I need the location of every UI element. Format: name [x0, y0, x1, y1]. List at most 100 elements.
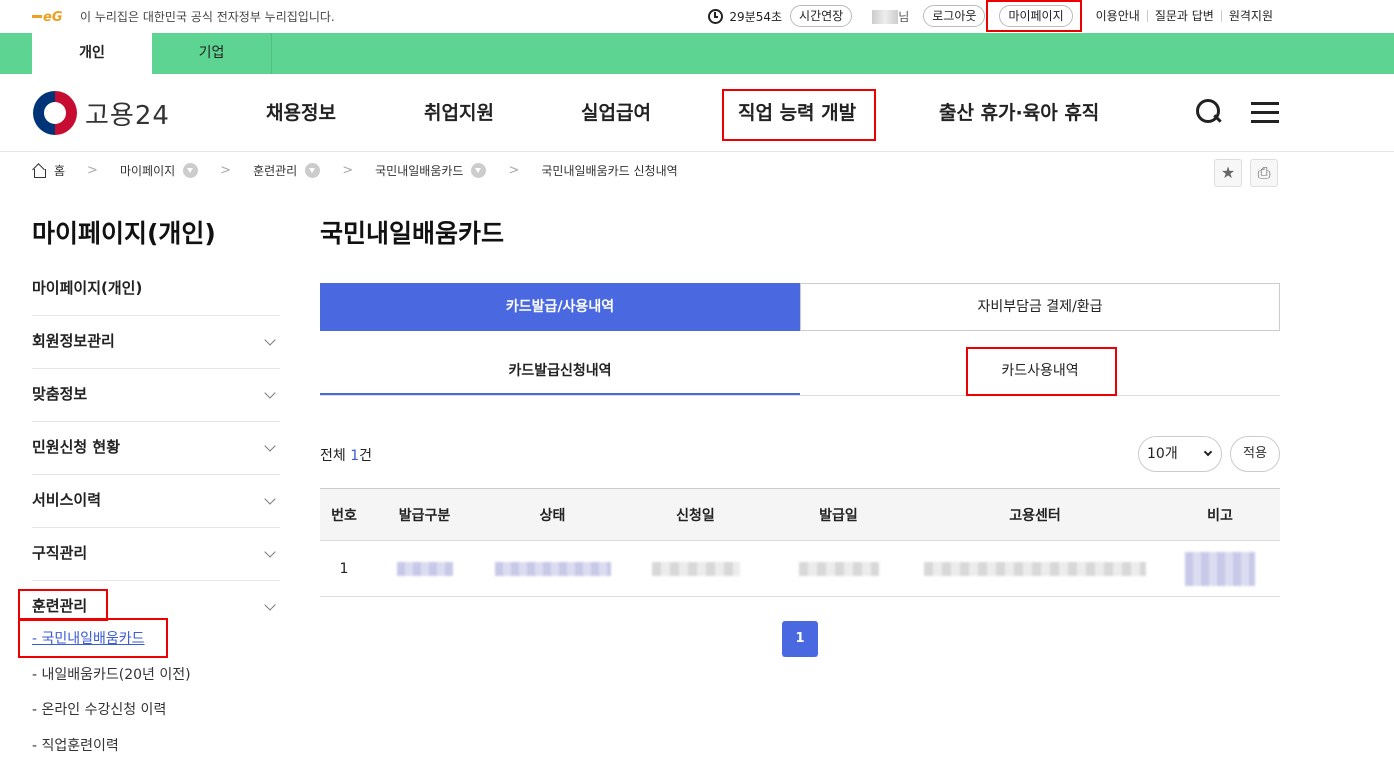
lnb-sub-legacy-card[interactable]: - 내일배움카드(20년 이전)	[32, 658, 280, 694]
chevron-down-icon	[264, 599, 276, 611]
chevron-down-icon	[264, 546, 276, 558]
tab-individual[interactable]: 개인	[32, 33, 152, 74]
total-prefix: 전체	[320, 448, 351, 464]
link-remote-support[interactable]: 원격지원	[1220, 10, 1280, 22]
col-issue-date: 발급일	[767, 488, 910, 541]
tab-card-issue-usage[interactable]: 카드발급/사용내역	[320, 283, 800, 331]
utility-bar: eG 이 누리집은 대한민국 공식 전자정부 누리집입니다. 29분54초 시간…	[0, 0, 1394, 33]
extend-session-button[interactable]: 시간연장	[790, 5, 853, 27]
lnb-petition-status[interactable]: 민원신청 현황	[32, 422, 280, 475]
breadcrumb-separator: >	[220, 163, 232, 178]
table-row[interactable]: 1	[320, 540, 1280, 597]
logout-button[interactable]: 로그아웃	[923, 5, 986, 27]
clock-icon	[708, 8, 724, 24]
lnb-sub-training-history[interactable]: - 직업훈련이력	[32, 729, 280, 760]
page-title: 국민내일배움카드	[320, 219, 505, 248]
taegeuk-icon	[33, 91, 77, 135]
highlight-card-usage	[966, 347, 1117, 396]
total-suffix: 건	[359, 448, 373, 464]
chevron-down-icon[interactable]	[305, 163, 321, 178]
cell-issue-type	[368, 540, 481, 597]
breadcrumb-current: 국민내일배움카드 신청내역	[541, 164, 678, 178]
link-qna[interactable]: 질문과 답변	[1146, 10, 1221, 22]
user-name: 님	[872, 8, 909, 25]
nav-parental-leave[interactable]: 출산 휴가·육아 휴직	[939, 98, 1099, 125]
gov-notice: 이 누리집은 대한민국 공식 전자정부 누리집입니다.	[80, 10, 335, 24]
chevron-down-icon	[264, 387, 276, 399]
main-header: 고용24 채용정보 취업지원 실업급여 직업 능력 개발 출산 휴가·육아 휴직	[0, 74, 1394, 152]
redacted-text	[1185, 551, 1255, 586]
chevron-down-icon[interactable]	[471, 163, 487, 178]
breadcrumb-separator: >	[342, 163, 354, 178]
col-number: 번호	[320, 488, 368, 541]
egov-logo-icon: eG	[32, 10, 63, 23]
apply-button[interactable]: 적용	[1230, 436, 1280, 472]
cell-apply-date	[624, 540, 767, 597]
nav-jobs[interactable]: 채용정보	[266, 98, 336, 125]
home-icon	[32, 164, 46, 178]
chevron-down-icon	[264, 440, 276, 452]
lnb-title: 마이페이지(개인)	[32, 219, 216, 248]
tab-business[interactable]: 기업	[152, 33, 272, 74]
total-count: 전체 1건	[320, 445, 372, 465]
breadcrumb-mypage[interactable]: 마이페이지	[120, 162, 175, 179]
cell-employment-center	[910, 540, 1160, 597]
cell-number: 1	[320, 540, 368, 597]
lnb-custom-info[interactable]: 맞춤정보	[32, 369, 280, 422]
brand-logo[interactable]: 고용24	[33, 91, 170, 135]
breadcrumb-training[interactable]: 훈련관리	[253, 162, 297, 179]
nav-employment-support[interactable]: 취업지원	[424, 98, 494, 125]
redacted-text	[651, 561, 740, 576]
secondary-tabs: 카드발급신청내역 카드사용내역	[320, 348, 1280, 396]
utility-links: 이용안내 질문과 답변 원격지원	[1089, 10, 1280, 22]
link-guide[interactable]: 이용안내	[1089, 10, 1147, 22]
lnb-member-info[interactable]: 회원정보관리	[32, 316, 280, 369]
lnb-item-label: 마이페이지(개인)	[32, 279, 143, 297]
user-name-redacted	[872, 10, 899, 24]
lnb-job-seeking[interactable]: 구직관리	[32, 528, 280, 581]
col-status: 상태	[481, 488, 624, 541]
redacted-text	[494, 561, 611, 576]
lnb-mypage[interactable]: 마이페이지(개인)	[32, 263, 280, 316]
breadcrumb-separator: >	[508, 163, 520, 178]
breadcrumb-card[interactable]: 국민내일배움카드	[375, 162, 463, 179]
lnb-item-label: 회원정보관리	[32, 332, 115, 350]
print-icon[interactable]: ⎙	[1250, 159, 1278, 187]
tab-self-payment[interactable]: 자비부담금 결제/환급	[800, 283, 1280, 331]
search-icon[interactable]	[1195, 98, 1223, 126]
chevron-down-icon	[264, 493, 276, 505]
tab-card-application-history[interactable]: 카드발급신청내역	[320, 348, 800, 395]
lnb-item-label: 맞춤정보	[32, 385, 88, 403]
lnb-item-label: 서비스이력	[32, 491, 102, 509]
col-issue-type: 발급구분	[368, 488, 481, 541]
col-apply-date: 신청일	[624, 488, 767, 541]
member-type-bar: 개인 기업	[0, 33, 1394, 74]
cell-status	[481, 540, 624, 597]
nav-unemployment-benefit[interactable]: 실업급여	[581, 98, 651, 125]
page-size-select[interactable]: 10개	[1138, 436, 1222, 472]
left-nav: 마이페이지(개인) 회원정보관리 맞춤정보 민원신청 현황 서비스이력 구직관리…	[32, 263, 280, 760]
highlight-training	[18, 589, 108, 621]
lnb-sub-online-enrollment[interactable]: - 온라인 수강신청 이력	[32, 693, 280, 729]
highlight-mypage	[986, 0, 1082, 32]
cell-remarks	[1160, 540, 1280, 597]
col-remarks: 비고	[1160, 488, 1280, 541]
brand-name: 고용24	[85, 100, 170, 131]
svg-text:eG: eG	[43, 10, 63, 23]
hamburger-menu-icon[interactable]	[1251, 98, 1279, 126]
pagination-page-1[interactable]: 1	[782, 621, 818, 657]
session-timer: 29분54초	[729, 9, 783, 24]
page-size-value: 10개	[1147, 446, 1178, 462]
table-header-row: 번호 발급구분 상태 신청일 발급일 고용센터 비고	[320, 488, 1280, 541]
favorite-star-icon[interactable]: ★	[1214, 159, 1242, 187]
lnb-service-history[interactable]: 서비스이력	[32, 475, 280, 528]
lnb-item-label: 구직관리	[32, 544, 88, 562]
highlight-vocational-training	[722, 89, 876, 141]
lnb-item-label: 민원신청 현황	[32, 438, 121, 456]
breadcrumb-home[interactable]: 홈	[54, 162, 65, 179]
breadcrumb-separator: >	[87, 163, 98, 178]
total-number: 1	[350, 448, 360, 464]
col-employment-center: 고용센터	[910, 488, 1160, 541]
application-table: 번호 발급구분 상태 신청일 발급일 고용센터 비고 1	[320, 488, 1280, 597]
chevron-down-icon[interactable]	[183, 163, 199, 178]
